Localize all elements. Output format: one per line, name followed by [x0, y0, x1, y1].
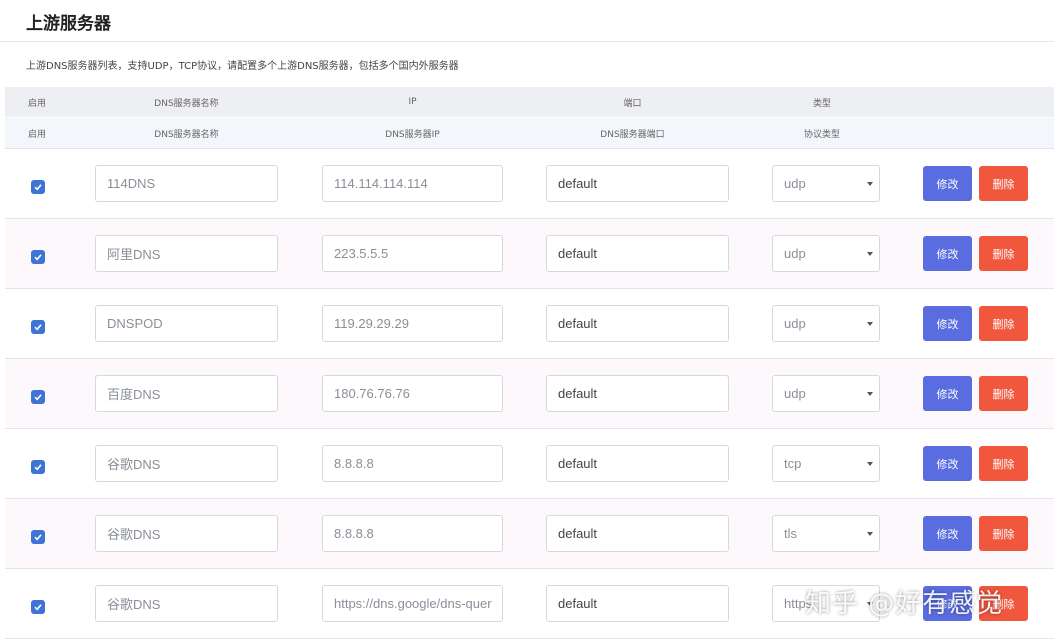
caret-down-icon — [867, 462, 873, 466]
server-ip-input[interactable]: https://dns.google/dns-quer — [322, 585, 503, 622]
edit-button[interactable]: 修改 — [923, 376, 972, 411]
panel-description: 上游DNS服务器列表，支持UDP，TCP协议，请配置多个上游DNS服务器，包括多… — [26, 61, 459, 72]
check-icon — [34, 324, 42, 331]
enabled-checkbox[interactable] — [31, 600, 45, 614]
check-icon — [34, 464, 42, 471]
protocol-select[interactable]: udp — [772, 375, 880, 412]
header-enabled: 启用 — [27, 98, 46, 109]
caret-down-icon — [867, 532, 873, 536]
delete-button[interactable]: 删除 — [979, 516, 1028, 551]
protocol-value: udp — [784, 316, 806, 331]
enabled-checkbox[interactable] — [31, 320, 45, 334]
check-icon — [34, 254, 42, 261]
enabled-checkbox[interactable] — [31, 180, 45, 194]
table-row: 百度DNS 180.76.76.76 default udp 修改 删除 — [5, 359, 1054, 429]
delete-button[interactable]: 删除 — [979, 586, 1028, 621]
table-row: 谷歌DNS 8.8.8.8 default tls 修改 删除 — [5, 499, 1054, 569]
protocol-value: tcp — [784, 456, 802, 471]
table-row: DNSPOD 119.29.29.29 default udp 修改 删除 — [5, 289, 1054, 359]
delete-button[interactable]: 删除 — [979, 166, 1028, 201]
header-ip: IP — [408, 97, 417, 107]
protocol-value: udp — [784, 176, 806, 191]
server-ip-input[interactable]: 8.8.8.8 — [322, 445, 503, 482]
edit-button[interactable]: 修改 — [923, 236, 972, 271]
caret-down-icon — [867, 252, 873, 256]
server-port-input[interactable]: default — [546, 375, 729, 412]
protocol-value: udp — [784, 246, 806, 261]
server-port-input[interactable]: default — [546, 235, 729, 272]
subheader-type: 协议类型 — [803, 129, 840, 140]
edit-button[interactable]: 修改 — [923, 446, 972, 481]
server-port-input[interactable]: default — [546, 585, 729, 622]
protocol-value: tls — [784, 526, 797, 541]
check-icon — [34, 534, 42, 541]
edit-button[interactable]: 修改 — [923, 166, 972, 201]
edit-button[interactable]: 修改 — [923, 516, 972, 551]
enabled-checkbox[interactable] — [31, 250, 45, 264]
delete-button[interactable]: 删除 — [979, 306, 1028, 341]
table-header-sub: 启用 DNS服务器名称 DNS服务器IP DNS服务器端口 协议类型 — [5, 118, 1054, 149]
check-icon — [34, 394, 42, 401]
server-port-input[interactable]: default — [546, 515, 729, 552]
subheader-ip: DNS服务器IP — [385, 129, 440, 140]
protocol-select[interactable]: tcp — [772, 445, 880, 482]
delete-button[interactable]: 删除 — [979, 446, 1028, 481]
header-port: 端口 — [623, 98, 642, 109]
server-name-input[interactable]: 百度DNS — [95, 375, 278, 412]
protocol-select[interactable]: udp — [772, 305, 880, 342]
caret-down-icon — [867, 322, 873, 326]
server-port-input[interactable]: default — [546, 305, 729, 342]
subheader-enabled: 启用 — [27, 129, 46, 140]
server-port-input[interactable]: default — [546, 165, 729, 202]
table-row: 谷歌DNS 8.8.8.8 default tcp 修改 删除 — [5, 429, 1054, 499]
server-name-input[interactable]: 阿里DNS — [95, 235, 278, 272]
server-ip-input[interactable]: 119.29.29.29 — [322, 305, 503, 342]
protocol-select[interactable]: udp — [772, 165, 880, 202]
enabled-checkbox[interactable] — [31, 530, 45, 544]
server-ip-input[interactable]: 223.5.5.5 — [322, 235, 503, 272]
check-icon — [34, 604, 42, 611]
caret-down-icon — [867, 182, 873, 186]
enabled-checkbox[interactable] — [31, 390, 45, 404]
check-icon — [34, 184, 42, 191]
protocol-select[interactable]: tls — [772, 515, 880, 552]
protocol-select[interactable]: udp — [772, 235, 880, 272]
table-row: 114DNS 114.114.114.114 default udp 修改 删除 — [5, 149, 1054, 219]
edit-button[interactable]: 修改 — [923, 586, 972, 621]
server-ip-input[interactable]: 114.114.114.114 — [322, 165, 503, 202]
server-name-input[interactable]: 谷歌DNS — [95, 515, 278, 552]
page-title: 上游服务器 — [0, 0, 1054, 42]
server-ip-input[interactable]: 8.8.8.8 — [322, 515, 503, 552]
header-name: DNS服务器名称 — [154, 98, 219, 109]
server-ip-input[interactable]: 180.76.76.76 — [322, 375, 503, 412]
server-port-input[interactable]: default — [546, 445, 729, 482]
protocol-value: udp — [784, 386, 806, 401]
table-row: 阿里DNS 223.5.5.5 default udp 修改 删除 — [5, 219, 1054, 289]
protocol-select[interactable]: https — [772, 585, 880, 622]
server-name-input[interactable]: 谷歌DNS — [95, 585, 278, 622]
protocol-value: https — [784, 596, 813, 611]
table-header-main: 启用 DNS服务器名称 IP 端口 类型 — [5, 87, 1054, 117]
table-row: 谷歌DNS https://dns.google/dns-quer default h… — [5, 569, 1054, 639]
server-name-input[interactable]: 谷歌DNS — [95, 445, 278, 482]
subheader-name: DNS服务器名称 — [154, 129, 219, 140]
delete-button[interactable]: 删除 — [979, 236, 1028, 271]
server-name-input[interactable]: 114DNS — [95, 165, 278, 202]
caret-down-icon — [867, 602, 873, 606]
enabled-checkbox[interactable] — [31, 460, 45, 474]
edit-button[interactable]: 修改 — [923, 306, 972, 341]
server-name-input[interactable]: DNSPOD — [95, 305, 278, 342]
delete-button[interactable]: 删除 — [979, 376, 1028, 411]
subheader-port: DNS服务器端口 — [600, 129, 665, 140]
header-type: 类型 — [812, 98, 831, 109]
caret-down-icon — [867, 392, 873, 396]
